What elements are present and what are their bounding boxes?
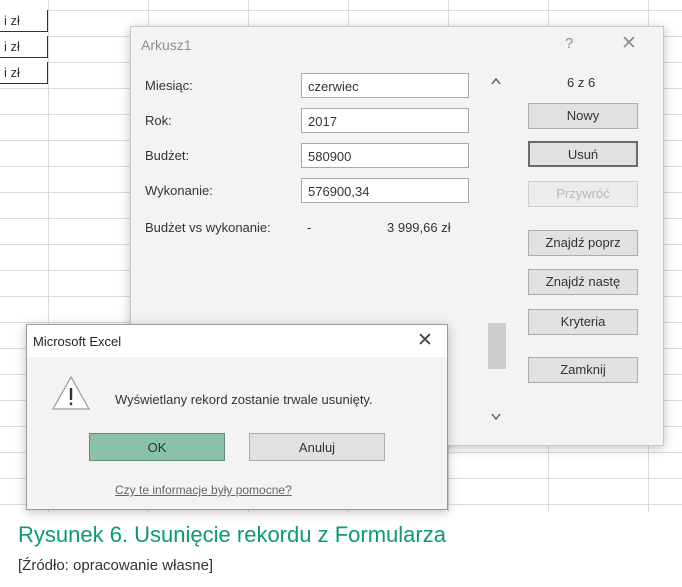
dialog-title: Microsoft Excel	[33, 334, 122, 349]
sheet-cell[interactable]: i zł	[0, 62, 48, 84]
chevron-up-icon[interactable]	[491, 77, 501, 85]
figure-caption: Rysunek 6. Usunięcie rekordu z Formularz…	[18, 522, 446, 547]
help-icon[interactable]: ?	[565, 35, 573, 52]
form-title: Arkusz1	[141, 37, 192, 53]
sheet-cell[interactable]: i zł	[0, 36, 48, 58]
sheet-cell[interactable]: i zł	[0, 10, 48, 32]
figure-source: [Źródło: opracowanie własne]	[18, 557, 214, 574]
cancel-button[interactable]: Anuluj	[249, 433, 385, 461]
month-field[interactable]: czerwiec	[301, 73, 469, 98]
restore-button[interactable]: Przywróć	[528, 181, 638, 207]
close-icon[interactable]: ✕	[417, 329, 433, 352]
dialog-titlebar: Microsoft Excel ✕	[27, 325, 447, 357]
field-label-budget: Budżet:	[145, 148, 190, 163]
chevron-down-icon[interactable]	[491, 413, 501, 421]
calculated-dash: -	[307, 220, 312, 235]
calculated-value: 3 999,66 zł	[387, 220, 451, 235]
field-label-year: Rok:	[145, 113, 172, 128]
dialog-message: Wyświetlany rekord zostanie trwale usuni…	[115, 392, 373, 407]
calculated-label: Budżet vs wykonanie:	[145, 220, 271, 235]
close-button[interactable]: Zamknij	[528, 357, 638, 383]
field-label-execution: Wykonanie:	[145, 183, 213, 198]
dialog-body: Wyświetlany rekord zostanie trwale usuni…	[27, 357, 447, 509]
record-scrollbar[interactable]	[486, 73, 508, 433]
find-prev-button[interactable]: Znajdź poprz	[528, 230, 638, 256]
year-field[interactable]: 2017	[301, 108, 469, 133]
budget-field[interactable]: 580900	[301, 143, 469, 168]
scrollbar-thumb[interactable]	[488, 323, 506, 369]
ok-button[interactable]: OK	[89, 433, 225, 461]
delete-button[interactable]: Usuń	[528, 141, 638, 167]
confirm-delete-dialog: Microsoft Excel ✕ Wyświetlany rekord zos…	[26, 324, 448, 510]
close-icon[interactable]: ✕	[621, 32, 637, 55]
find-next-button[interactable]: Znajdź nastę	[528, 269, 638, 295]
help-feedback-link[interactable]: Czy te informacje były pomocne?	[115, 483, 292, 497]
execution-field[interactable]: 576900,34	[301, 178, 469, 203]
field-label-month: Miesiąc:	[145, 78, 193, 93]
warning-icon	[51, 375, 91, 410]
new-button[interactable]: Nowy	[528, 103, 638, 129]
criteria-button[interactable]: Kryteria	[528, 309, 638, 335]
record-counter: 6 z 6	[567, 75, 596, 90]
